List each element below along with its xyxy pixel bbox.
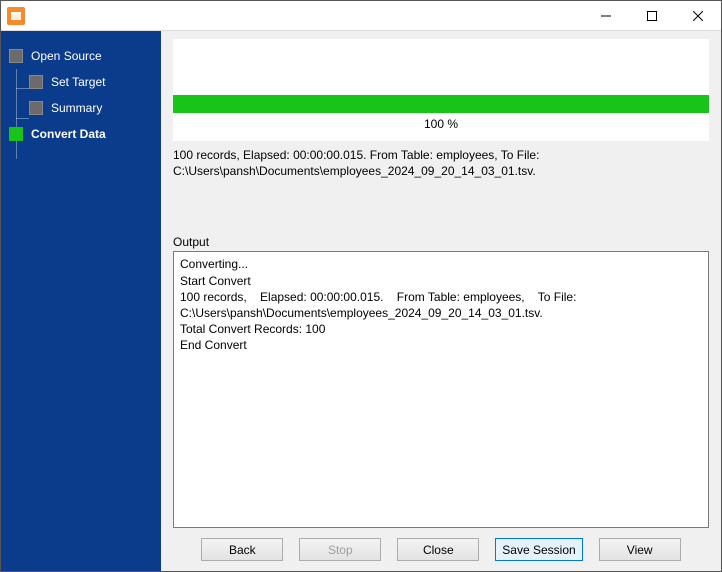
stop-button: Stop	[299, 538, 381, 561]
sidebar-item-label: Open Source	[31, 49, 102, 63]
sidebar-item-label: Summary	[51, 101, 102, 115]
button-row: Back Stop Close Save Session View	[173, 528, 709, 561]
output-log[interactable]: Converting... Start Convert 100 records,…	[173, 251, 709, 528]
wizard-sidebar: Open Source Set Target Summary Convert D…	[1, 31, 161, 571]
step-icon	[29, 101, 43, 115]
maximize-button[interactable]	[629, 1, 675, 31]
progress-percent-label: 100 %	[173, 113, 709, 133]
back-button[interactable]: Back	[201, 538, 283, 561]
sidebar-item-label: Set Target	[51, 75, 105, 89]
output-label: Output	[173, 235, 709, 249]
step-icon	[9, 49, 23, 63]
sidebar-item-label: Convert Data	[31, 127, 106, 141]
app-icon	[7, 7, 25, 25]
progress-area: 100 %	[173, 39, 709, 141]
sidebar-item-open-source[interactable]: Open Source	[1, 43, 161, 69]
step-icon	[29, 75, 43, 89]
close-button[interactable]: Close	[397, 538, 479, 561]
summary-line: C:\Users\pansh\Documents\employees_2024_…	[173, 164, 536, 178]
app-window: Open Source Set Target Summary Convert D…	[0, 0, 722, 572]
conversion-summary: 100 records, Elapsed: 00:00:00.015. From…	[173, 147, 709, 179]
sidebar-item-set-target[interactable]: Set Target	[1, 69, 161, 95]
main-panel: 100 % 100 records, Elapsed: 00:00:00.015…	[161, 31, 721, 571]
sidebar-item-summary[interactable]: Summary	[1, 95, 161, 121]
step-icon	[9, 127, 23, 141]
minimize-button[interactable]	[583, 1, 629, 31]
summary-line: 100 records, Elapsed: 00:00:00.015. From…	[173, 148, 539, 162]
titlebar	[1, 1, 721, 31]
save-session-button[interactable]: Save Session	[495, 538, 582, 561]
sidebar-item-convert-data[interactable]: Convert Data	[1, 121, 161, 147]
close-window-button[interactable]	[675, 1, 721, 31]
progress-bar	[173, 95, 709, 113]
view-button[interactable]: View	[599, 538, 681, 561]
